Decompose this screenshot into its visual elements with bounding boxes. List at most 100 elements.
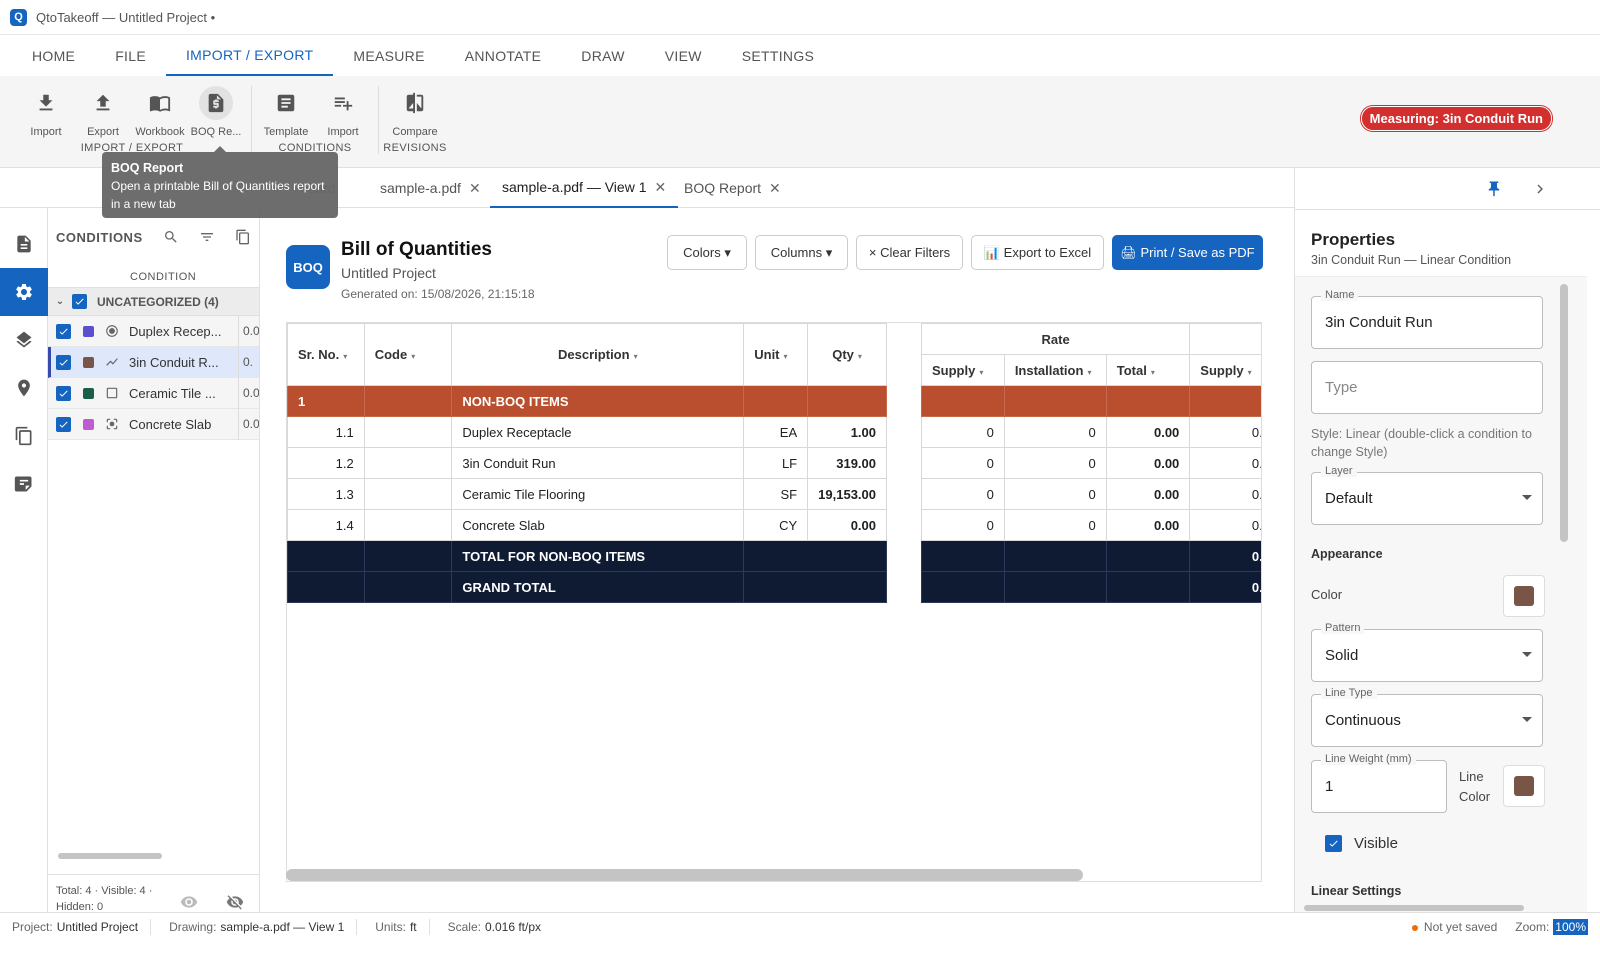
col-sr-no[interactable]: Sr. No. ▾: [287, 323, 365, 386]
eye-icon[interactable]: [180, 893, 198, 911]
col-supply[interactable]: Supply ▾: [921, 354, 1005, 386]
boq-rate-table: Rate Supply ▾ Installation ▾ Total ▾ Supply…: [920, 323, 1261, 603]
tab-draw[interactable]: DRAW: [561, 36, 644, 76]
boq-report-button[interactable]: BOQ Re...: [188, 86, 244, 146]
conditions-horizontal-scrollbar[interactable]: [50, 852, 256, 860]
status-project: Project: Untitled Project: [0, 918, 152, 935]
copy-icon[interactable]: [235, 229, 251, 245]
compare-button[interactable]: Compare: [387, 86, 443, 146]
condition-checkbox[interactable]: [56, 323, 71, 339]
table-row: 1.1 Duplex Receptacle EA 1.00: [287, 416, 887, 448]
chevron-down-icon[interactable]: ⌄: [48, 296, 72, 307]
col-total[interactable]: Total ▾: [1105, 354, 1191, 386]
template-icon: [269, 86, 303, 120]
close-icon[interactable]: ✕: [469, 180, 481, 197]
boq-left-table: Sr. No. ▾ Code ▾ Description ▾ Unit ▾ Qty ▾ 1…: [287, 323, 887, 603]
table-row-group: 1 NON-BOQ ITEMS: [287, 385, 887, 417]
rail-pages-button[interactable]: [0, 412, 48, 460]
group-label-revisions: REVISIONS: [383, 142, 447, 154]
doc-tab-boq-report[interactable]: BOQ Report ✕: [684, 168, 781, 208]
close-icon[interactable]: ✕: [769, 180, 781, 197]
dropdown-arrow-icon: [1522, 495, 1532, 500]
table-horizontal-scrollbar[interactable]: [286, 869, 1083, 881]
status-scale: Scale: 0.016 ft/px: [447, 919, 542, 934]
pin-icon[interactable]: [1485, 180, 1503, 198]
linear-icon: [105, 355, 119, 369]
color-picker[interactable]: [1503, 575, 1545, 617]
zoom-control[interactable]: Zoom: 100%: [1515, 919, 1588, 935]
filter-icon[interactable]: [199, 229, 215, 245]
line-weight-input[interactable]: Line Weight (mm) 1: [1311, 753, 1447, 813]
col-supply-2[interactable]: Supply ▾: [1189, 354, 1261, 386]
col-description[interactable]: Description ▾: [451, 323, 745, 386]
doc-tab-sample-a[interactable]: sample-a.pdf ✕: [380, 168, 481, 208]
tab-measure[interactable]: MEASURE: [333, 36, 444, 76]
visible-toggle[interactable]: Visible: [1325, 835, 1398, 852]
clear-filters-button[interactable]: × Clear Filters: [856, 235, 963, 270]
condition-row[interactable]: Duplex Recep... 0.0: [48, 315, 259, 347]
properties-vertical-scrollbar[interactable]: [1560, 284, 1568, 542]
pattern-select[interactable]: Pattern Solid: [1311, 622, 1543, 682]
visible-checkbox[interactable]: [1325, 835, 1342, 852]
tab-annotate[interactable]: ANNOTATE: [445, 36, 562, 76]
condition-color-swatch: [83, 387, 94, 399]
properties-horizontal-scrollbar[interactable]: [1300, 904, 1562, 912]
rail-documents-button[interactable]: [0, 220, 48, 268]
condition-row-selected[interactable]: 3in Conduit R... 0.: [48, 346, 259, 378]
left-rail: [0, 208, 48, 932]
line-color-picker[interactable]: [1503, 765, 1545, 807]
rail-notes-button[interactable]: [0, 460, 48, 508]
tab-settings[interactable]: SETTINGS: [722, 36, 834, 76]
close-icon[interactable]: ✕: [654, 179, 666, 196]
condition-checkbox[interactable]: [56, 354, 71, 370]
chevron-right-icon[interactable]: [1531, 180, 1549, 198]
app-logo: Q: [10, 8, 27, 26]
save-status: Not yet saved: [1411, 920, 1497, 934]
eye-off-icon[interactable]: [226, 893, 244, 911]
condition-column-header[interactable]: CONDITION: [48, 266, 259, 288]
condition-group-uncategorized[interactable]: ⌄ UNCATEGORIZED (4): [48, 288, 259, 316]
import-button[interactable]: Import: [18, 86, 74, 146]
name-field[interactable]: Name 3in Conduit Run: [1311, 289, 1543, 349]
line-type-select[interactable]: Line Type Continuous: [1311, 687, 1543, 747]
template-button[interactable]: Template: [258, 86, 314, 146]
search-icon[interactable]: [163, 229, 179, 245]
columns-button[interactable]: Columns ▾: [755, 235, 848, 270]
app-title: QtoTakeoff — Untitled Project •: [36, 9, 216, 25]
col-qty[interactable]: Qty ▾: [807, 323, 887, 386]
type-field[interactable]: Type: [1311, 361, 1543, 414]
condition-checkbox[interactable]: [56, 416, 71, 432]
export-excel-button[interactable]: 📊 Export to Excel: [971, 235, 1104, 270]
export-button[interactable]: Export: [75, 86, 131, 146]
condition-row[interactable]: Ceramic Tile ... 0.0: [48, 377, 259, 409]
condition-row[interactable]: Concrete Slab 0.0: [48, 408, 259, 440]
tab-file[interactable]: FILE: [95, 36, 166, 76]
ribbon-divider: [378, 86, 379, 154]
colors-button[interactable]: Colors ▾: [667, 235, 747, 270]
condition-color-swatch: [83, 418, 94, 430]
tab-home[interactable]: HOME: [12, 36, 95, 76]
dropdown-arrow-icon: [1522, 652, 1532, 657]
rail-conditions-button[interactable]: [0, 268, 48, 316]
playlist-add-icon: [326, 86, 360, 120]
tab-view[interactable]: VIEW: [645, 36, 722, 76]
rail-locations-button[interactable]: [0, 364, 48, 412]
dropdown-arrow-icon: [1522, 717, 1532, 722]
group-checkbox[interactable]: [72, 294, 87, 309]
col-unit[interactable]: Unit ▾: [743, 323, 809, 386]
layer-select[interactable]: Layer Default: [1311, 465, 1543, 525]
col-code[interactable]: Code ▾: [363, 323, 453, 386]
condition-checkbox[interactable]: [56, 385, 71, 401]
print-pdf-button[interactable]: 🖨 Print / Save as PDF: [1112, 235, 1263, 270]
doc-tab-view-1[interactable]: sample-a.pdf — View 1 ✕: [490, 168, 679, 208]
workbook-button[interactable]: Workbook: [132, 86, 188, 146]
import-conditions-button[interactable]: Import: [315, 86, 371, 146]
tab-import-export[interactable]: IMPORT / EXPORT: [165, 36, 334, 76]
properties-panel: Properties 3in Conduit Run — Linear Cond…: [1294, 168, 1600, 932]
rail-layers-button[interactable]: [0, 316, 48, 364]
status-bar: Project: Untitled Project Drawing: sample-…: [0, 912, 1600, 940]
col-installation[interactable]: Installation ▾: [1003, 354, 1107, 386]
measuring-badge: Measuring: 3in Conduit Run: [1360, 106, 1552, 131]
volume-icon: [105, 417, 119, 431]
upload-icon: [86, 86, 120, 120]
